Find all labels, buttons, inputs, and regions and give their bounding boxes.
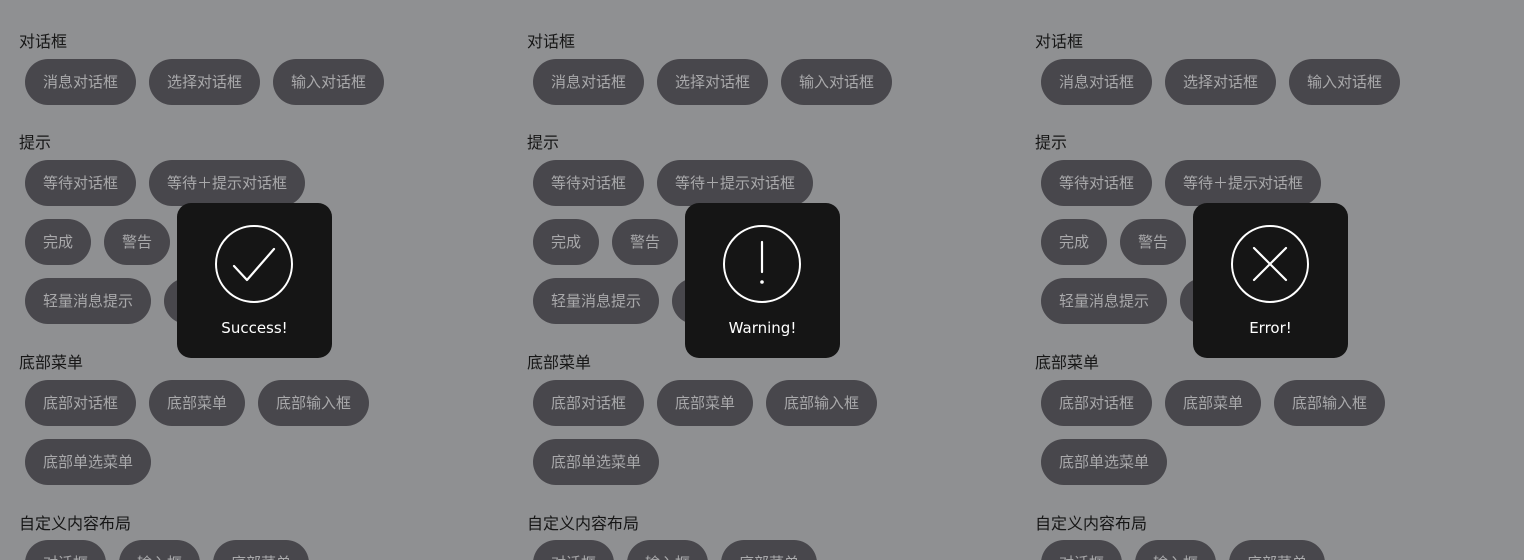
wait-dialog-button[interactable]: 等待对话框 [533,160,645,206]
custom-row: 对话框 输入框 底部菜单 [533,540,818,560]
choice-dialog-button[interactable]: 选择对话框 [657,59,769,105]
wait-tip-dialog-button[interactable]: 等待＋提示对话框 [149,160,306,206]
input-dialog-button[interactable]: 输入对话框 [273,59,385,105]
section-title-custom: 自定义内容布局 [19,514,132,533]
toast-message: Success! [221,319,288,337]
bottom-single-choice-button[interactable]: 底部单选菜单 [1041,439,1168,485]
bottom-input-button[interactable]: 底部输入框 [258,380,370,426]
section-title-tips: 提示 [19,133,52,152]
toast-message: Warning! [728,319,797,337]
custom-bottom-menu-button[interactable]: 底部菜单 [721,540,818,560]
custom-bottom-menu-button[interactable]: 底部菜单 [213,540,310,560]
bottom-dialog-button[interactable]: 底部对话框 [1041,380,1153,426]
custom-dialog-button[interactable]: 对话框 [25,540,107,560]
tips-row-1: 等待对话框 等待＋提示对话框 [25,160,306,206]
choice-dialog-button[interactable]: 选择对话框 [149,59,261,105]
wait-tip-dialog-button[interactable]: 等待＋提示对话框 [657,160,814,206]
bottom-menu-row-1: 底部对话框 底部菜单 底部输入框 [533,380,878,426]
dialog-button-row: 消息对话框 选择对话框 输入对话框 [1041,59,1401,105]
custom-input-button[interactable]: 输入框 [1135,540,1217,560]
wait-tip-dialog-button[interactable]: 等待＋提示对话框 [1165,160,1322,206]
dialog-button-row: 消息对话框 选择对话框 输入对话框 [25,59,385,105]
warning-button[interactable]: 警告 [1120,219,1187,265]
input-dialog-button[interactable]: 输入对话框 [1289,59,1401,105]
section-title-dialog: 对话框 [19,32,68,51]
exclamation-circle-icon [723,225,801,303]
dialog-button-row: 消息对话框 选择对话框 输入对话框 [533,59,893,105]
choice-dialog-button[interactable]: 选择对话框 [1165,59,1277,105]
bottom-menu-row-2: 底部单选菜单 [533,439,660,485]
section-title-tips: 提示 [1035,133,1068,152]
custom-input-button[interactable]: 输入框 [627,540,709,560]
section-title-dialog: 对话框 [527,32,576,51]
section-title-dialog: 对话框 [1035,32,1084,51]
message-dialog-button[interactable]: 消息对话框 [533,59,645,105]
bottom-single-choice-button[interactable]: 底部单选菜单 [533,439,660,485]
tips-row-1: 等待对话框 等待＋提示对话框 [1041,160,1322,206]
section-title-bottom-menu: 底部菜单 [19,353,84,372]
screenshot-stage: 对话框 消息对话框 选择对话框 输入对话框 提示 等待对话框 等待＋提示对话框 … [0,0,1524,560]
bottom-input-button[interactable]: 底部输入框 [1274,380,1386,426]
light-toast-button[interactable]: 轻量消息提示 [1041,278,1168,324]
message-dialog-button[interactable]: 消息对话框 [25,59,137,105]
custom-bottom-menu-button[interactable]: 底部菜单 [1229,540,1326,560]
light-toast-button[interactable]: 轻量消息提示 [533,278,660,324]
section-title-bottom-menu: 底部菜单 [1035,353,1100,372]
done-button[interactable]: 完成 [1041,219,1108,265]
warning-button[interactable]: 警告 [612,219,679,265]
bottom-menu-button[interactable]: 底部菜单 [657,380,754,426]
bottom-dialog-button[interactable]: 底部对话框 [533,380,645,426]
done-button[interactable]: 完成 [533,219,600,265]
bottom-menu-row-2: 底部单选菜单 [1041,439,1168,485]
bottom-single-choice-button[interactable]: 底部单选菜单 [25,439,152,485]
custom-row: 对话框 输入框 底部菜单 [1041,540,1326,560]
bottom-menu-button[interactable]: 底部菜单 [149,380,246,426]
warning-toast: Warning! [685,203,840,358]
section-title-tips: 提示 [527,133,560,152]
section-title-bottom-menu: 底部菜单 [527,353,592,372]
wait-dialog-button[interactable]: 等待对话框 [1041,160,1153,206]
warning-button[interactable]: 警告 [104,219,171,265]
section-title-custom: 自定义内容布局 [1035,514,1148,533]
light-toast-button[interactable]: 轻量消息提示 [25,278,152,324]
error-toast: Error! [1193,203,1348,358]
toast-message: Error! [1249,319,1292,337]
x-circle-icon [1231,225,1309,303]
bottom-menu-row-2: 底部单选菜单 [25,439,152,485]
bottom-menu-row-1: 底部对话框 底部菜单 底部输入框 [1041,380,1386,426]
custom-dialog-button[interactable]: 对话框 [533,540,615,560]
done-button[interactable]: 完成 [25,219,92,265]
wait-dialog-button[interactable]: 等待对话框 [25,160,137,206]
bottom-input-button[interactable]: 底部输入框 [766,380,878,426]
custom-input-button[interactable]: 输入框 [119,540,201,560]
bottom-dialog-button[interactable]: 底部对话框 [25,380,137,426]
success-toast: Success! [177,203,332,358]
custom-dialog-button[interactable]: 对话框 [1041,540,1123,560]
demo-screen-error: 对话框 消息对话框 选择对话框 输入对话框 提示 等待对话框 等待＋提示对话框 … [1016,0,1524,560]
tips-row-1: 等待对话框 等待＋提示对话框 [533,160,814,206]
check-circle-icon [215,225,293,303]
section-title-custom: 自定义内容布局 [527,514,640,533]
input-dialog-button[interactable]: 输入对话框 [781,59,893,105]
bottom-menu-row-1: 底部对话框 底部菜单 底部输入框 [25,380,370,426]
custom-row: 对话框 输入框 底部菜单 [25,540,310,560]
demo-screen-success: 对话框 消息对话框 选择对话框 输入对话框 提示 等待对话框 等待＋提示对话框 … [0,0,508,560]
bottom-menu-button[interactable]: 底部菜单 [1165,380,1262,426]
demo-screen-warning: 对话框 消息对话框 选择对话框 输入对话框 提示 等待对话框 等待＋提示对话框 … [508,0,1016,560]
message-dialog-button[interactable]: 消息对话框 [1041,59,1153,105]
